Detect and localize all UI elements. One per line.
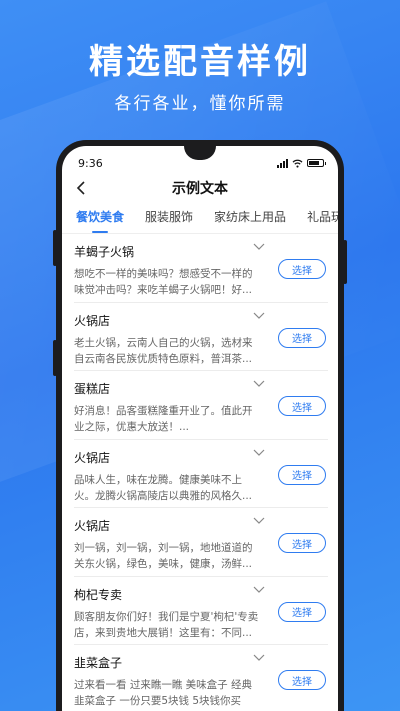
battery-icon [307, 159, 326, 167]
item-title: 火锅店 [74, 450, 111, 465]
item-description: 顾客朋友你们好！我们是宁夏'枸杞'专卖店，来到贵地大展销！这里有：不同... [74, 610, 259, 639]
signal-icon [277, 158, 288, 168]
phone-screen: 9:36 示例文本 餐饮美食 服装服饰 家纺床上用品 礼品 羊蝎子火锅 想吃不一… [62, 146, 338, 711]
back-arrow-icon [76, 181, 85, 195]
select-button[interactable]: 选择 [278, 670, 326, 690]
item-description: 想吃不一样的美味吗？想感受不一样的味觉冲击吗？来吃羊蝎子火锅吧！好... [74, 268, 253, 296]
phone-volume-button [53, 340, 57, 376]
status-icons [277, 158, 326, 168]
select-button[interactable]: 选择 [278, 464, 326, 485]
wifi-icon [292, 159, 303, 168]
chevron-down-icon[interactable] [252, 585, 266, 595]
chevron-down-icon[interactable] [252, 311, 266, 321]
list-item[interactable]: 韭菜盒子 过来看一看 过来瞧一瞧 美味盒子 经典韭菜盒子 一份只要5块钱 5块钱… [74, 645, 328, 711]
list-item[interactable]: 枸杞专卖 顾客朋友你们好！我们是宁夏'枸杞'专卖店，来到贵地大展销！这里有：不同… [74, 577, 328, 645]
phone-power-button [343, 240, 347, 284]
list-item[interactable]: 羊蝎子火锅 想吃不一样的美味吗？想感受不一样的味觉冲击吗？来吃羊蝎子火锅吧！好.… [74, 234, 328, 303]
item-description: 品味人生，味在龙腾。健康美味不上火。龙腾火锅高陵店以典雅的风格久... [74, 473, 253, 502]
page-title: 示例文本 [172, 181, 228, 197]
chevron-down-icon[interactable] [252, 653, 266, 663]
select-button[interactable]: 选择 [278, 327, 326, 348]
promo-subline: 各行各业，懂你所需 [114, 94, 286, 114]
item-title: 火锅店 [74, 519, 111, 533]
select-button[interactable]: 选择 [278, 396, 326, 416]
tab-gifts-toys[interactable]: 礼品玩具 [307, 208, 338, 233]
select-button[interactable]: 选择 [278, 601, 326, 622]
chevron-down-icon[interactable] [252, 242, 266, 252]
back-button[interactable] [76, 178, 92, 198]
status-time: 9:36 [78, 156, 103, 170]
list-item[interactable]: 蛋糕店 好消息！品客蛋糕隆重开业了。值此开业之际，优惠大放送！... 选择 [74, 371, 328, 440]
chevron-down-icon[interactable] [252, 379, 266, 389]
select-button[interactable]: 选择 [278, 259, 326, 279]
item-description: 老土火锅，云南人自己的火锅，选材来自云南各民族优质特色原料，普洱茶... [74, 336, 253, 365]
promo-headline: 精选配音样例 [89, 42, 311, 82]
tab-food[interactable]: 餐饮美食 [76, 208, 124, 233]
tab-clothing[interactable]: 服装服饰 [145, 208, 193, 233]
item-title: 火锅店 [74, 313, 111, 328]
select-button[interactable]: 选择 [278, 533, 326, 553]
category-tabs: 餐饮美食 服装服饰 家纺床上用品 礼品玩具 [62, 204, 338, 234]
chevron-down-icon[interactable] [252, 448, 266, 458]
phone-volume-button [53, 230, 57, 266]
item-description: 好消息！品客蛋糕隆重开业了。值此开业之际，优惠大放送！... [74, 405, 253, 433]
item-title: 韭菜盒子 [74, 656, 123, 670]
tab-bedding[interactable]: 家纺床上用品 [214, 208, 286, 233]
item-title: 蛋糕店 [74, 382, 111, 396]
nav-bar: 示例文本 [62, 172, 338, 204]
item-description: 刘一锅，刘一锅，刘一锅，地地道道的关东火锅，绿色，美味，健康，汤鲜... [74, 542, 253, 570]
sample-list: 羊蝎子火锅 想吃不一样的美味吗？想感受不一样的味觉冲击吗？来吃羊蝎子火锅吧！好.… [62, 234, 338, 711]
item-description: 过来看一看 过来瞧一瞧 美味盒子 经典韭菜盒子 一份只要5块钱 5块钱你买不..… [74, 679, 253, 707]
list-item[interactable]: 火锅店 刘一锅，刘一锅，刘一锅，地地道道的关东火锅，绿色，美味，健康，汤鲜...… [74, 508, 328, 577]
item-title: 羊蝎子火锅 [74, 245, 135, 259]
chevron-down-icon[interactable] [252, 516, 266, 526]
phone-frame: 9:36 示例文本 餐饮美食 服装服饰 家纺床上用品 礼品 羊蝎子火锅 想吃不一… [53, 140, 347, 711]
list-item[interactable]: 火锅店 品味人生，味在龙腾。健康美味不上火。龙腾火锅高陵店以典雅的风格久... … [74, 440, 328, 508]
item-title: 枸杞专卖 [74, 587, 123, 602]
list-item[interactable]: 火锅店 老土火锅，云南人自己的火锅，选材来自云南各民族优质特色原料，普洱茶...… [74, 303, 328, 371]
